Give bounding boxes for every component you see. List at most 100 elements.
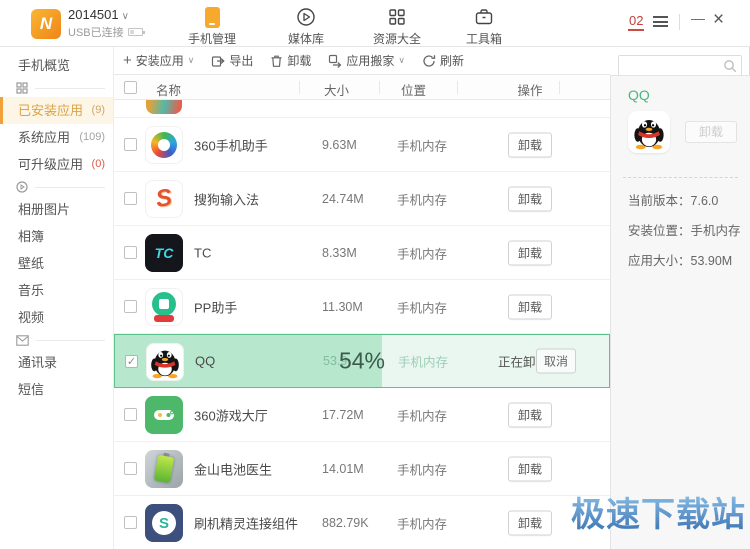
app-name: QQ	[195, 354, 215, 369]
app-location: 手机内存	[397, 189, 447, 208]
item-count: (109)	[79, 124, 105, 151]
menu-icon[interactable]	[653, 16, 668, 27]
item-count: (9)	[92, 97, 105, 124]
notification-count[interactable]: 02	[628, 13, 644, 31]
device-info[interactable]: 2014501∨ USB已连接	[68, 7, 143, 40]
search-icon[interactable]	[723, 59, 737, 73]
uninstall-row-button[interactable]: 卸载	[508, 240, 552, 265]
detail-uninstall-button-disabled[interactable]: 卸载	[685, 121, 737, 143]
device-name[interactable]: 2014501∨	[68, 7, 143, 22]
row-checkbox[interactable]	[124, 192, 137, 205]
app-name: 360游戏大厅	[194, 405, 268, 424]
sidebar-item-overview[interactable]: 手机概览	[0, 52, 113, 79]
select-all-checkbox[interactable]	[124, 81, 137, 94]
sidebar-item-label: 相簿	[18, 229, 44, 244]
table-row[interactable]: PP助手 11.30M 手机内存 卸载	[114, 280, 610, 334]
app-move-button[interactable]: 应用搬家 ∨	[328, 52, 405, 69]
sidebar-item-sms[interactable]: 短信	[0, 376, 113, 403]
row-checkbox[interactable]	[124, 516, 137, 529]
table-row[interactable]: 360手机助手 9.63M 手机内存 卸载	[114, 118, 610, 172]
app-location: 手机内存	[397, 297, 447, 316]
uninstall-row-button[interactable]: 卸载	[508, 132, 552, 157]
table-row-partial[interactable]	[114, 100, 610, 118]
column-header-location: 位置	[401, 80, 426, 99]
tab-toolbox[interactable]: 工具箱	[452, 6, 516, 47]
install-app-button[interactable]: + 安装应用 ∨	[123, 52, 194, 69]
window-separator	[679, 14, 680, 30]
sidebar-item-upgradable-apps[interactable]: 可升级应用 (0)	[0, 151, 113, 178]
uninstall-progress-percent: 54%	[295, 348, 385, 375]
row-checkbox-checked[interactable]: ✓	[125, 355, 138, 368]
sidebar-item-albums[interactable]: 相簿	[0, 223, 113, 250]
device-name-label: 2014501	[68, 7, 119, 22]
app-size: 17.72M	[322, 408, 364, 422]
table-row[interactable]: S 搜狗输入法 24.74M 手机内存 卸载	[114, 172, 610, 226]
uninstall-row-button[interactable]: 卸载	[508, 294, 552, 319]
tab-label: 媒体库	[274, 30, 338, 47]
detail-app-name: QQ	[628, 87, 750, 103]
app-icon-sogou: S	[145, 180, 183, 218]
field-value: 手机内存	[691, 224, 741, 238]
export-button[interactable]: 导出	[211, 52, 253, 69]
sidebar-item-video[interactable]: 视频	[0, 304, 113, 331]
sidebar-section-media	[0, 178, 113, 196]
app-name: TC	[194, 245, 211, 260]
sidebar-item-system-apps[interactable]: 系统应用 (109)	[0, 124, 113, 151]
sidebar-item-album-photos[interactable]: 相册图片	[0, 196, 113, 223]
uninstall-row-button[interactable]: 卸载	[508, 456, 552, 481]
field-label: 安装位置：	[628, 224, 691, 238]
minimize-button[interactable]: —	[691, 10, 705, 26]
sidebar-item-music[interactable]: 音乐	[0, 277, 113, 304]
search-input[interactable]	[623, 57, 721, 74]
button-label: 应用搬家	[346, 52, 394, 69]
refresh-button[interactable]: 刷新	[422, 52, 464, 69]
plus-icon: +	[123, 55, 132, 67]
sidebar-item-wallpaper[interactable]: 壁纸	[0, 250, 113, 277]
chevron-down-icon: ∨	[398, 55, 405, 66]
close-button[interactable]: ×	[713, 9, 724, 31]
titlebar: N 2014501∨ USB已连接 手机管理 媒体库 资源大全	[0, 0, 750, 47]
tab-resources[interactable]: 资源大全	[365, 6, 429, 47]
button-label: 安装应用	[136, 52, 184, 69]
sidebar-item-contacts[interactable]: 通讯录	[0, 349, 113, 376]
cancel-button[interactable]: 取消	[536, 349, 576, 374]
row-checkbox[interactable]	[124, 138, 137, 151]
search-box	[618, 55, 742, 76]
tab-label: 手机管理	[180, 30, 244, 47]
uninstall-row-button[interactable]: 卸载	[508, 510, 552, 535]
row-checkbox[interactable]	[124, 246, 137, 259]
tab-label: 工具箱	[452, 30, 516, 47]
sidebar-item-label: 已安装应用	[18, 103, 83, 118]
table-row[interactable]: 360游戏大厅 17.72M 手机内存 卸载	[114, 388, 610, 442]
table-row[interactable]: TC TC 8.33M 手机内存 卸载	[114, 226, 610, 280]
button-label: 刷新	[440, 52, 464, 69]
uninstall-row-button[interactable]: 卸载	[508, 186, 552, 211]
app-icon-qq	[146, 343, 184, 381]
row-checkbox[interactable]	[124, 462, 137, 475]
trash-icon	[270, 54, 283, 68]
column-separator	[379, 81, 380, 94]
uninstall-button[interactable]: 卸载	[270, 52, 311, 69]
tab-phone-manage[interactable]: 手机管理	[180, 6, 244, 47]
table-row[interactable]: 金山电池医生 14.01M 手机内存 卸载	[114, 442, 610, 496]
table-row[interactable]: S 刷机精灵连接组件 882.79K 手机内存 卸载	[114, 496, 610, 549]
app-name: 360手机助手	[194, 135, 268, 154]
sidebar-item-label: 可升级应用	[18, 157, 83, 172]
tab-media-library[interactable]: 媒体库	[274, 6, 338, 47]
detail-field-size: 应用大小：53.90M	[628, 250, 750, 269]
table-row-uninstalling-qq[interactable]: ✓ QQ 53.9 54% 手机内存 正在卸载 取消	[114, 334, 610, 388]
toolbox-icon	[452, 6, 516, 28]
watermark: 极速下载站	[571, 487, 746, 536]
app-logo: N	[31, 9, 61, 39]
media-icon	[16, 181, 28, 193]
row-checkbox[interactable]	[124, 408, 137, 421]
app-name: 刷机精灵连接组件	[194, 513, 298, 532]
sidebar-item-label: 通讯录	[18, 355, 57, 370]
row-checkbox[interactable]	[124, 300, 137, 313]
action-cell	[499, 100, 561, 114]
column-header-size: 大小	[324, 80, 349, 99]
app-size: 11.30M	[322, 300, 363, 314]
app-icon-flash-wizard: S	[145, 504, 183, 542]
sidebar-item-installed-apps[interactable]: 已安装应用 (9)	[0, 97, 113, 124]
uninstall-row-button[interactable]: 卸载	[508, 402, 552, 427]
